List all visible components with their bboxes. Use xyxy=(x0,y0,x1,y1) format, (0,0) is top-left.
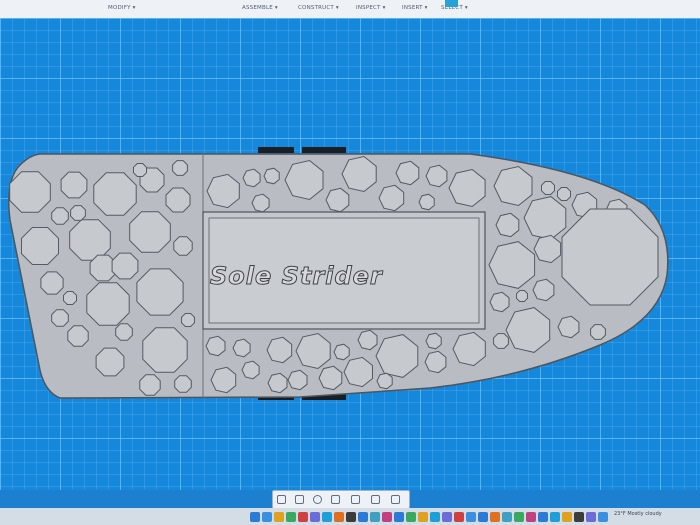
taskbar-app-icon[interactable] xyxy=(310,512,320,522)
pattern-polygon xyxy=(267,372,288,394)
pattern-polygon xyxy=(516,290,528,302)
taskbar-app-icon[interactable] xyxy=(334,512,344,522)
pattern-polygon xyxy=(51,207,69,225)
taskbar-app-icon[interactable] xyxy=(250,512,260,522)
taskbar-app-icon[interactable] xyxy=(418,512,428,522)
pattern-polygon xyxy=(541,181,555,195)
taskbar-app-icon[interactable] xyxy=(514,512,524,522)
pattern-polygon xyxy=(181,313,195,327)
pan-icon[interactable] xyxy=(295,495,304,504)
pattern-polygon xyxy=(40,271,64,295)
pattern-polygon xyxy=(263,167,280,185)
weather-status: 23°F Mostly cloudy xyxy=(614,511,662,517)
pattern-polygon xyxy=(493,333,509,349)
pattern-polygon xyxy=(172,160,188,176)
pattern-polygon xyxy=(325,187,350,213)
taskbar-app-icon[interactable] xyxy=(346,512,356,522)
pattern-polygon xyxy=(51,309,69,327)
pattern-polygon xyxy=(174,375,192,393)
pattern-polygon xyxy=(557,187,571,201)
pattern-polygon xyxy=(115,323,133,341)
pattern-polygon xyxy=(333,343,350,361)
orbit-icon[interactable] xyxy=(277,495,286,504)
taskbar-app-icon[interactable] xyxy=(574,512,584,522)
pattern-polygon xyxy=(251,193,270,213)
pattern-polygon xyxy=(93,172,137,216)
grid-settings-icon[interactable] xyxy=(371,495,380,504)
pattern-polygon xyxy=(136,268,184,316)
display-settings-icon[interactable] xyxy=(351,495,360,504)
pattern-polygon xyxy=(232,338,251,358)
taskbar-app-icon[interactable] xyxy=(550,512,560,522)
pattern-polygon xyxy=(557,315,580,339)
pattern-polygon xyxy=(489,291,510,313)
pattern-polygon xyxy=(70,205,86,221)
insole-model[interactable]: Sole Strider xyxy=(0,0,700,525)
pattern-polygon xyxy=(86,282,130,326)
pattern-polygon xyxy=(418,193,435,211)
taskbar-app-icon[interactable] xyxy=(382,512,392,522)
taskbar-app-icon[interactable] xyxy=(298,512,308,522)
pattern-polygon xyxy=(376,372,393,390)
pattern-polygon xyxy=(111,252,139,280)
pattern-polygon xyxy=(95,347,125,377)
pattern-polygon xyxy=(129,211,171,253)
sole-label: Sole Strider xyxy=(210,262,384,290)
taskbar-app-icon[interactable] xyxy=(466,512,476,522)
taskbar-app-icon[interactable] xyxy=(442,512,452,522)
pattern-polygon xyxy=(395,160,420,186)
pattern-polygon xyxy=(9,171,51,213)
pattern-polygon xyxy=(173,236,193,256)
taskbar-app-icon[interactable] xyxy=(370,512,380,522)
pattern-polygon xyxy=(532,278,555,302)
pattern-polygon xyxy=(63,291,77,305)
zoom-icon[interactable] xyxy=(313,495,322,504)
taskbar-app-icon[interactable] xyxy=(478,512,488,522)
fit-icon[interactable] xyxy=(331,495,340,504)
pattern-polygon xyxy=(139,374,161,396)
taskbar-app-icon[interactable] xyxy=(358,512,368,522)
taskbar-app-icon[interactable] xyxy=(394,512,404,522)
pattern-polygon xyxy=(425,332,442,350)
taskbar-app-icon[interactable] xyxy=(598,512,608,522)
pattern-polygon xyxy=(318,365,343,391)
pattern-polygon xyxy=(21,227,59,265)
viewports-icon[interactable] xyxy=(391,495,400,504)
pattern-polygon xyxy=(142,327,188,373)
taskbar-app-icon[interactable] xyxy=(406,512,416,522)
pattern-polygon xyxy=(205,335,226,357)
pattern-polygon xyxy=(133,163,147,177)
taskbar-app-icon[interactable] xyxy=(430,512,440,522)
navigation-bar xyxy=(272,490,410,509)
pattern-polygon xyxy=(561,208,659,306)
taskbar-app-icon[interactable] xyxy=(502,512,512,522)
taskbar-app-icon[interactable] xyxy=(286,512,296,522)
pattern-polygon xyxy=(60,171,88,199)
pattern-polygon xyxy=(241,360,260,380)
pattern-polygon xyxy=(287,369,308,391)
taskbar-app-icon[interactable] xyxy=(562,512,572,522)
pattern-polygon xyxy=(165,187,191,213)
taskbar-app-icon[interactable] xyxy=(490,512,500,522)
taskbar-app-icon[interactable] xyxy=(274,512,284,522)
pattern-polygon xyxy=(69,219,111,261)
pattern-polygon xyxy=(357,329,378,351)
taskbar-app-icon[interactable] xyxy=(538,512,548,522)
pattern-polygon xyxy=(67,325,89,347)
taskbar-app-icon[interactable] xyxy=(262,512,272,522)
pattern-polygon xyxy=(590,324,606,340)
taskbar-app-icon[interactable] xyxy=(322,512,332,522)
pattern-polygon xyxy=(424,350,447,374)
pattern-polygon xyxy=(495,212,520,238)
taskbar-app-icon[interactable] xyxy=(454,512,464,522)
pattern-polygon xyxy=(425,164,448,188)
taskbar-app-icon[interactable] xyxy=(586,512,596,522)
taskbar-app-icon[interactable] xyxy=(526,512,536,522)
pattern-polygon xyxy=(242,168,261,188)
